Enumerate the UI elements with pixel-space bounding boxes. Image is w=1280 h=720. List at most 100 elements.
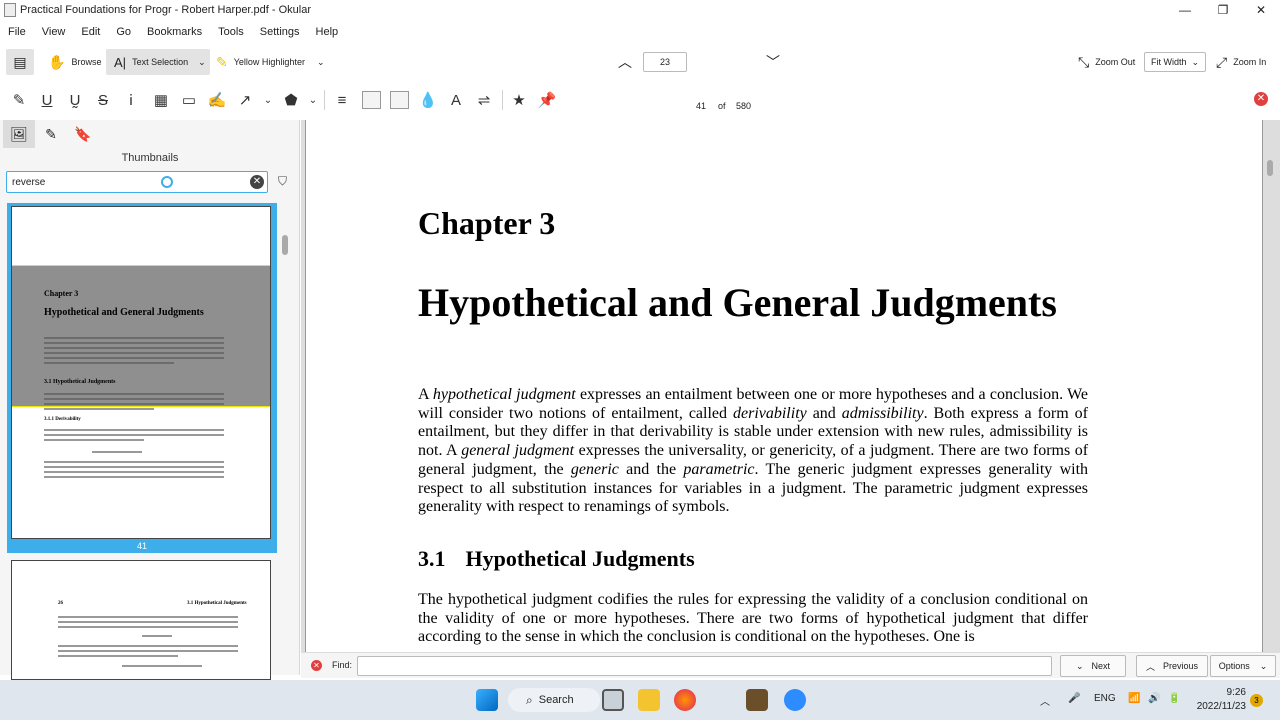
menu-bar: File View Edit Go Bookmarks Tools Settin… (0, 22, 346, 42)
minimize-button[interactable]: — (1166, 0, 1204, 20)
thumbnail-page-42[interactable]: 26 3.1 Hypothetical Judgments (11, 560, 271, 680)
star-icon[interactable]: ★ (509, 88, 529, 112)
thumbnail-search-input[interactable]: reverse (6, 171, 268, 193)
zoom-select[interactable]: Fit Width ⌄ (1144, 52, 1206, 72)
line-color-swatch[interactable] (362, 91, 381, 109)
battery-icon[interactable]: 🔋 (1168, 693, 1180, 704)
thumbnail-page-label: 41 (136, 541, 147, 551)
clock-date[interactable]: 2022/11/23 (1192, 701, 1246, 712)
strikeout-tool-icon[interactable]: S (93, 88, 113, 112)
busy-indicator-icon (161, 176, 173, 188)
fill-color-swatch[interactable] (390, 91, 409, 109)
microphone-icon[interactable]: 🎤 (1068, 693, 1080, 704)
clock-time[interactable]: 9:26 (1194, 687, 1246, 698)
notification-badge[interactable]: 3 (1250, 694, 1263, 707)
thumbnail-scrollbar[interactable] (282, 235, 288, 255)
chevron-up-icon: ︿ (1145, 661, 1155, 672)
firefox-icon[interactable] (674, 689, 696, 711)
menu-help[interactable]: Help (308, 26, 347, 38)
chevron-down-icon[interactable]: ⌄ (303, 88, 323, 112)
page-number-input[interactable]: 23 (643, 52, 687, 72)
task-view-icon[interactable] (602, 689, 624, 711)
menu-bookmarks[interactable]: Bookmarks (139, 26, 210, 38)
menu-view[interactable]: View (34, 26, 74, 38)
zoom-out-button[interactable]: ⤡ Zoom Out (1078, 49, 1135, 75)
toolbar-divider (502, 90, 503, 110)
thumbnail-page-41[interactable]: Chapter 3 Hypothetical and General Judgm… (11, 206, 271, 539)
intro-paragraph: A hypothetical judgment expresses an ent… (418, 386, 1088, 517)
find-bar: ✕ Find: ⌄ Next ︿ Previous Options ⌄ (301, 652, 1280, 678)
line-width-icon[interactable]: ≡ (332, 88, 352, 112)
chevron-down-icon: ⌄ (1259, 660, 1268, 671)
highlight-tool-icon[interactable]: ✎ (9, 88, 29, 112)
annotations-tab-icon[interactable]: ✎ (35, 120, 67, 148)
typewriter-tool-icon[interactable]: Ꭵ (121, 88, 141, 112)
section-title: Hypothetical Judgments (465, 546, 695, 571)
find-input[interactable] (357, 656, 1052, 676)
chevron-down-icon: ⌄ (1191, 56, 1199, 67)
filter-icon[interactable]: ⛉ (278, 174, 287, 189)
maximize-button[interactable]: ❐ (1204, 0, 1242, 20)
sidebar-toggle-button[interactable]: ▤ (6, 49, 34, 75)
stamp-tool-icon[interactable]: ⬟ (281, 88, 301, 112)
menu-edit[interactable]: Edit (73, 26, 108, 38)
pin-icon[interactable]: 📌 (537, 88, 557, 112)
document-scrollbar[interactable] (1267, 160, 1273, 176)
find-options-label: Options (1218, 661, 1250, 671)
thumb-subsection-title: 3.1.1 Derivability (44, 417, 81, 422)
start-icon[interactable] (476, 689, 498, 711)
menu-file[interactable]: File (0, 26, 34, 38)
find-next-button[interactable]: ⌄ Next (1060, 655, 1126, 677)
panel-title: Thumbnails (121, 152, 179, 164)
sidebar-icon: ▤ (13, 53, 27, 70)
language-indicator[interactable]: ENG (1094, 693, 1116, 704)
wifi-icon[interactable]: 📶 (1128, 693, 1140, 704)
close-find-icon[interactable]: ✕ (311, 660, 322, 671)
section-paragraph: The hypothetical judgment codifies the r… (418, 591, 1088, 646)
volume-icon[interactable]: 🔊 (1148, 693, 1160, 704)
menu-tools[interactable]: Tools (210, 26, 252, 38)
highlighter-tool-button[interactable]: ✎ Yellow Highlighter ⌄ (216, 49, 325, 75)
okular-app-icon (4, 3, 16, 17)
highlighted-region (12, 265, 270, 407)
okular-taskbar-icon[interactable] (746, 689, 768, 711)
chevron-down-icon[interactable]: ⌄ (258, 88, 278, 112)
squiggle-tool-icon[interactable]: Ṵ (65, 88, 85, 112)
zoom-app-icon[interactable] (784, 689, 806, 711)
freehand-line-icon[interactable]: ✍ (207, 88, 227, 112)
windows-taskbar: ⌕ Search ︿ 🎤 ENG 📶 🔊 🔋 9:26 2022/11/23 3 (0, 680, 1280, 720)
chevron-up-icon[interactable]: ︿ (1040, 693, 1050, 708)
search-icon: ⌕ (526, 692, 533, 707)
section-heading: 3.1 Hypothetical Judgments (418, 546, 695, 572)
previous-page-button[interactable]: ︿ (618, 49, 632, 75)
clear-search-icon[interactable]: ✕ (250, 175, 264, 189)
bookmarks-tab-icon[interactable]: 🔖 (67, 120, 99, 148)
close-button[interactable]: ✕ (1242, 0, 1280, 20)
chevron-down-icon[interactable]: ⌄ (198, 57, 206, 68)
browse-tool-button[interactable]: ✋ Browse (48, 49, 101, 75)
menu-go[interactable]: Go (108, 26, 139, 38)
chevron-down-icon[interactable]: ⌄ (317, 57, 325, 68)
underline-tool-icon[interactable]: U (37, 88, 57, 112)
inline-note-icon[interactable]: ▦ (151, 88, 171, 112)
next-page-button[interactable]: ﹀ (766, 49, 780, 75)
paragraph-text: and the (618, 460, 684, 478)
settings-sliders-icon[interactable]: ⇌ (474, 88, 494, 112)
taskbar-search-button[interactable]: ⌕ Search (508, 688, 600, 712)
emphasized-term: parametric (683, 460, 755, 478)
arrow-tool-icon[interactable]: ↗ (235, 88, 255, 112)
font-icon[interactable]: A (446, 88, 466, 112)
menu-settings[interactable]: Settings (252, 26, 308, 38)
popup-note-icon[interactable]: ▭ (179, 88, 199, 112)
text-selection-tool-button[interactable]: A| Text Selection ⌄ (106, 49, 210, 75)
opacity-icon[interactable]: 💧 (418, 88, 438, 112)
taskbar-search-label: Search (538, 694, 574, 706)
close-annotation-bar-icon[interactable]: ✕ (1254, 92, 1268, 106)
file-explorer-icon[interactable] (638, 689, 660, 711)
find-previous-button[interactable]: ︿ Previous (1136, 655, 1208, 677)
zoom-in-button[interactable]: ⤢ Zoom In (1216, 49, 1266, 75)
thumbnails-tab-icon[interactable]: 🖼 (3, 120, 35, 148)
zoom-out-label: Zoom Out (1095, 57, 1136, 67)
emphasized-term: admissibility (841, 404, 924, 422)
find-options-button[interactable]: Options ⌄ (1210, 655, 1276, 677)
